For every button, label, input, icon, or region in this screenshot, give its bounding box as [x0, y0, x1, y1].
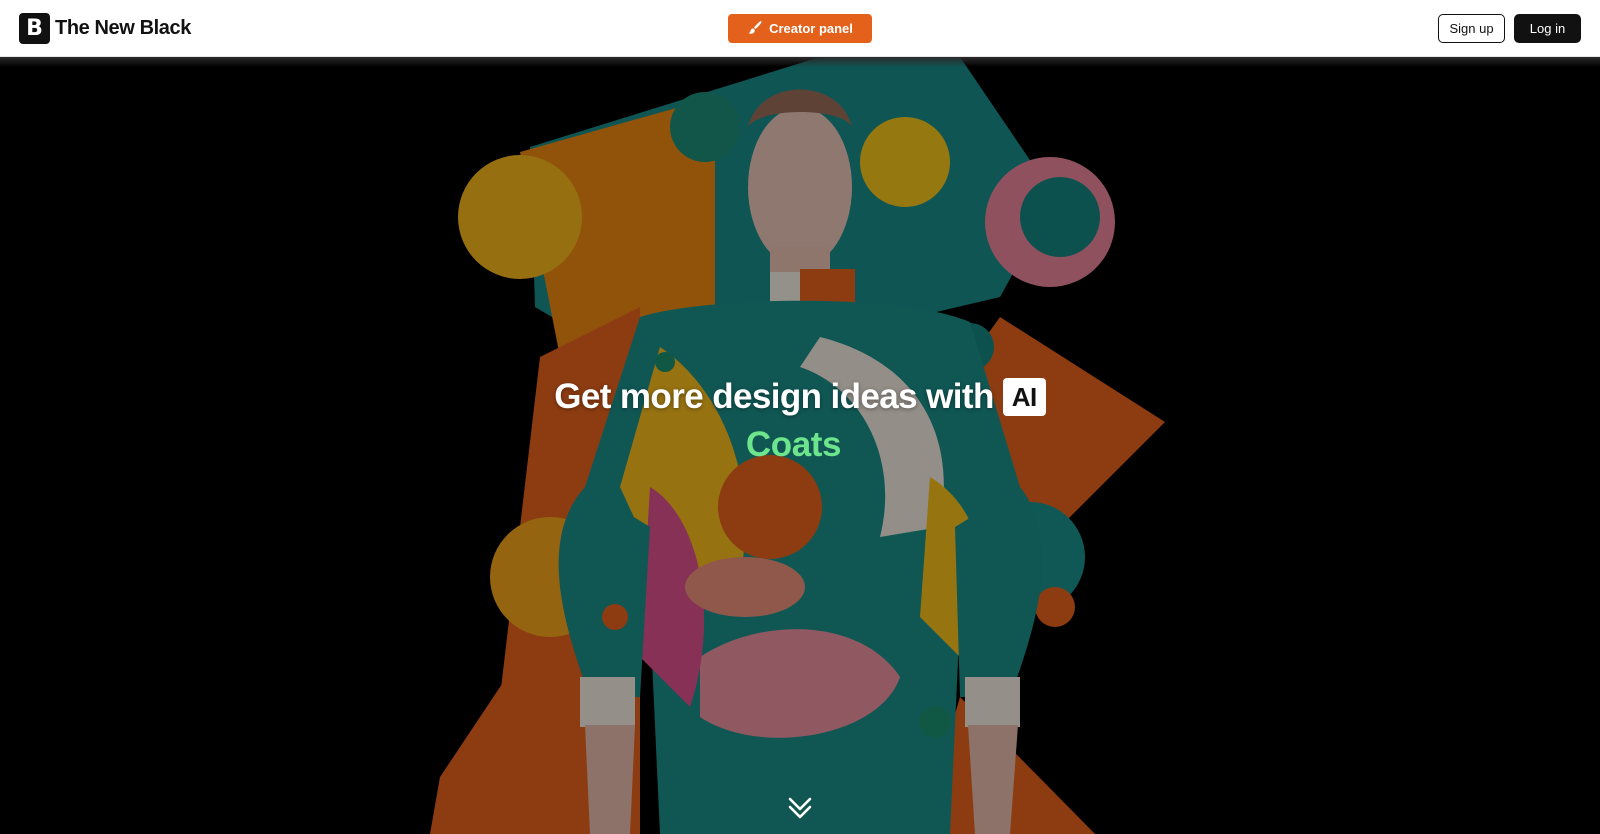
header-shadow — [0, 57, 1600, 67]
ai-badge: AI — [1002, 378, 1046, 416]
double-chevron-down-icon[interactable] — [786, 794, 814, 822]
headline-text: Get more design ideas with — [554, 377, 994, 416]
top-navigation-bar: B The New Black Creator panel Sign up Lo… — [0, 0, 1600, 57]
brand-name: The New Black — [55, 17, 191, 39]
brand[interactable]: B The New Black — [19, 13, 191, 44]
creator-panel-button[interactable]: Creator panel — [728, 14, 872, 43]
hero-section: Get more design ideas with AI Coats — [0, 57, 1600, 834]
creator-panel-label: Creator panel — [769, 21, 853, 36]
hero-headline: Get more design ideas with AI — [0, 377, 1600, 417]
log-in-button[interactable]: Log in — [1514, 14, 1581, 43]
rotating-category-text: Coats — [745, 425, 842, 464]
brush-icon — [747, 20, 762, 38]
sign-up-button[interactable]: Sign up — [1438, 14, 1505, 43]
logo-icon: B — [19, 13, 50, 44]
